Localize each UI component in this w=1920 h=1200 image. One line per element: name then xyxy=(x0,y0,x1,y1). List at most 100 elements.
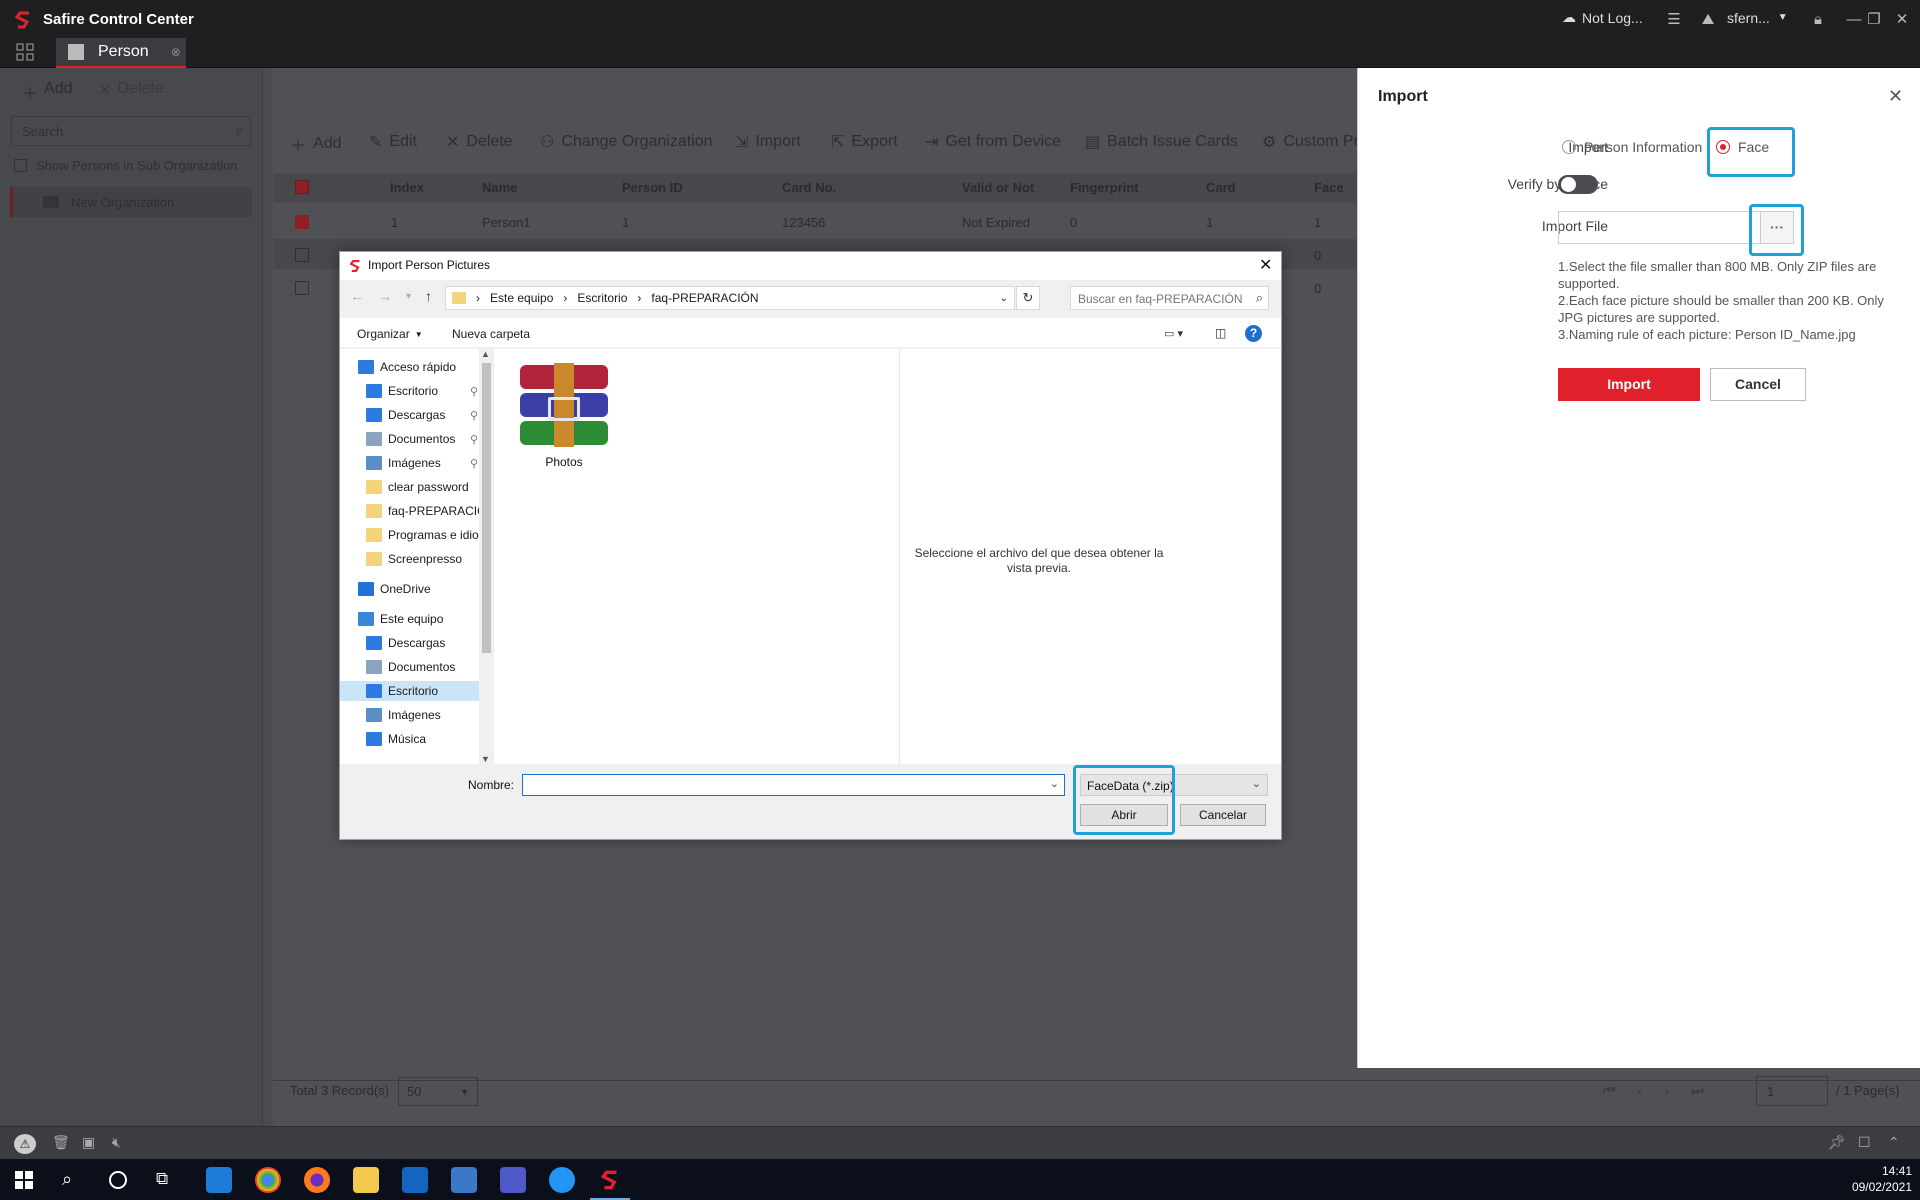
nav-item[interactable]: Este equipo xyxy=(358,609,443,629)
breadcrumb-item[interactable]: Escritorio xyxy=(577,291,627,305)
next-page-icon[interactable]: › xyxy=(1664,1082,1669,1099)
nav-item[interactable]: Documentos xyxy=(366,657,455,677)
app-window-icon[interactable] xyxy=(451,1167,477,1193)
nav-item[interactable]: Descargas ⚲ xyxy=(366,405,478,425)
breadcrumb-item[interactable]: faq-PREPARACIÓN xyxy=(651,291,758,305)
first-page-icon[interactable]: ⏮ xyxy=(1603,1082,1616,1099)
chrome-icon[interactable] xyxy=(255,1167,281,1193)
import-file-input[interactable] xyxy=(1558,211,1760,244)
cortana-icon[interactable] xyxy=(109,1171,127,1189)
minimize-icon[interactable]: — xyxy=(1844,9,1864,29)
custom-property-button[interactable]: ⚙ Custom Pr xyxy=(1262,132,1359,152)
warning-icon[interactable]: ⚠ xyxy=(14,1134,36,1154)
radio-person-information[interactable]: Person Information xyxy=(1562,139,1702,155)
pin-icon[interactable]: ⚲ xyxy=(470,409,478,422)
page-number-input[interactable]: 1 xyxy=(1756,1076,1828,1106)
search-icon[interactable]: ⌕ xyxy=(236,122,244,139)
tab-person[interactable]: Person ⊗ xyxy=(56,38,186,68)
mute-icon[interactable]: 🔇︎ xyxy=(112,1134,121,1151)
user-menu[interactable]: sfern... ▼ xyxy=(1727,10,1788,26)
nav-item[interactable]: faq-PREPARACIÓN xyxy=(366,501,479,521)
show-sub-org-checkbox[interactable]: Show Persons in Sub Organization xyxy=(14,158,238,173)
verify-toggle[interactable] xyxy=(1558,175,1598,194)
row-checkbox[interactable] xyxy=(295,281,309,295)
row-checkbox[interactable] xyxy=(295,248,309,262)
change-organization-button[interactable]: ⚇ Change Organization xyxy=(540,132,713,152)
col-fingerprint[interactable]: Fingerprint xyxy=(1070,180,1139,195)
up-arrow-icon[interactable]: ↑ xyxy=(425,288,432,304)
pin-icon[interactable]: 📌︎ xyxy=(1828,1134,1846,1151)
collapse-up-icon[interactable]: ⌃ xyxy=(1888,1134,1900,1151)
file-name-input[interactable]: ⌄ xyxy=(522,774,1065,796)
select-all-checkbox[interactable] xyxy=(295,180,309,194)
nav-item[interactable]: Imágenes ⚲ xyxy=(366,453,478,473)
nav-item[interactable]: Screenpresso xyxy=(366,549,462,569)
col-index[interactable]: Index xyxy=(390,180,424,195)
org-tree-item[interactable]: New Organization xyxy=(10,187,252,217)
chevron-down-icon[interactable]: ⌄ xyxy=(1000,293,1008,304)
restore-icon[interactable]: ❐ xyxy=(1864,9,1884,29)
refresh-icon[interactable]: ↻ xyxy=(1016,286,1040,310)
window-icon[interactable]: ☐ xyxy=(1858,1134,1871,1151)
import-button[interactable]: ⇲ Import xyxy=(735,132,801,152)
nav-item[interactable]: Música xyxy=(366,729,426,749)
import-cancel-button[interactable]: Cancel xyxy=(1710,368,1806,401)
panel-close-icon[interactable]: ✕ xyxy=(1888,86,1903,107)
dialog-close-icon[interactable]: ✕ xyxy=(1259,255,1272,275)
organize-menu[interactable]: Organizar ▼ xyxy=(357,327,423,341)
col-face[interactable]: Face xyxy=(1314,180,1344,195)
back-arrow-icon[interactable]: ← xyxy=(350,288,364,304)
close-icon[interactable]: ✕ xyxy=(1892,9,1912,29)
cancel-button[interactable]: Cancelar xyxy=(1180,804,1266,826)
help-icon[interactable]: ? xyxy=(1245,325,1262,342)
trash-icon[interactable]: 🗑︎ xyxy=(52,1134,70,1151)
col-card-no[interactable]: Card No. xyxy=(782,180,836,195)
edge-icon[interactable] xyxy=(206,1167,232,1193)
add-person-button[interactable]: ＋ Add xyxy=(290,132,341,156)
breadcrumb-item[interactable]: Este equipo xyxy=(490,291,553,305)
cloud-status[interactable]: ☁ Not Log... xyxy=(1562,9,1643,26)
row-checkbox[interactable] xyxy=(295,215,309,229)
get-from-device-button[interactable]: ⇥ Get from Device xyxy=(925,132,1061,152)
org-search-input[interactable]: Search ⌕ xyxy=(11,116,251,146)
col-person-id[interactable]: Person ID xyxy=(622,180,683,195)
import-submit-button[interactable]: Import xyxy=(1558,368,1700,401)
pin-icon[interactable]: ⚲ xyxy=(470,385,478,398)
image-icon[interactable]: ▣ xyxy=(82,1134,95,1151)
nav-item[interactable]: clear password xyxy=(366,477,469,497)
task-view-icon[interactable]: ⧉ xyxy=(156,1169,168,1189)
modules-grid-icon[interactable] xyxy=(16,43,34,61)
dialog-search-input[interactable]: Buscar en faq-PREPARACIÓN ⌕ xyxy=(1070,286,1269,310)
task-list-icon[interactable]: ☰ xyxy=(1664,9,1684,29)
prev-page-icon[interactable]: ‹ xyxy=(1638,1082,1643,1099)
address-bar[interactable]: › Este equipo › Escritorio › faq-PREPARA… xyxy=(445,286,1015,310)
monitor-icon[interactable]: ⛰ xyxy=(1698,9,1718,29)
safire-taskbar-icon[interactable] xyxy=(600,1168,622,1192)
pin-icon[interactable]: ⚲ xyxy=(470,433,478,446)
teams-icon[interactable] xyxy=(500,1167,526,1193)
nav-item[interactable]: OneDrive xyxy=(358,579,431,599)
nav-item[interactable]: Documentos ⚲ xyxy=(366,429,478,449)
nav-item[interactable]: Imágenes xyxy=(366,705,441,725)
col-name[interactable]: Name xyxy=(482,180,517,195)
edit-button[interactable]: ✎ Edit xyxy=(369,132,417,152)
clock[interactable]: 14:41 09/02/2021 xyxy=(1840,1163,1912,1195)
forward-arrow-icon[interactable]: → xyxy=(378,288,392,304)
nav-item[interactable]: Descargas xyxy=(366,633,445,653)
recent-chevron-icon[interactable]: ▾ xyxy=(406,291,411,304)
delete-button[interactable]: ✕ Delete xyxy=(446,132,513,152)
view-options-icon[interactable]: ▭ ▾ xyxy=(1164,327,1183,340)
page-size-select[interactable]: 50 ▼ xyxy=(398,1077,478,1106)
col-valid[interactable]: Valid or Not xyxy=(962,180,1034,195)
new-folder-button[interactable]: Nueva carpeta xyxy=(452,327,530,341)
scroll-thumb[interactable] xyxy=(482,363,491,653)
org-delete-button[interactable]: ✕ Delete xyxy=(98,80,164,100)
last-page-icon[interactable]: ⏭ xyxy=(1691,1082,1704,1099)
nav-item[interactable]: Escritorio xyxy=(340,681,479,701)
lock-icon[interactable]: 🔒︎ xyxy=(1808,9,1828,29)
search-icon[interactable]: ⌕ xyxy=(1256,290,1263,306)
nav-item[interactable]: Programas e idiomas xyxy=(366,525,479,545)
pin-icon[interactable]: ⚲ xyxy=(470,457,478,470)
org-add-button[interactable]: ＋ Add xyxy=(22,80,72,104)
file-item[interactable]: Photos xyxy=(514,363,614,473)
